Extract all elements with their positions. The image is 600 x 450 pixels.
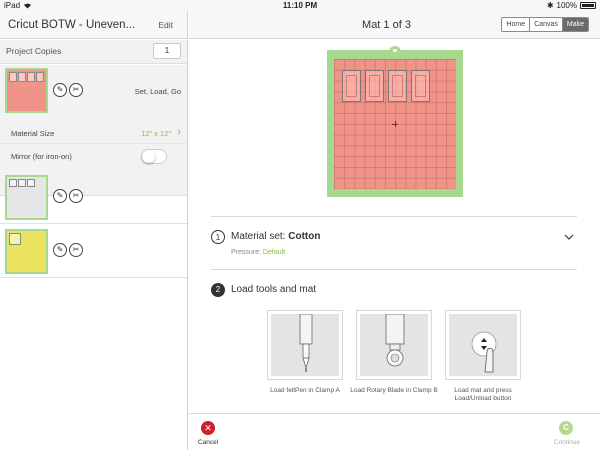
mat-piece (411, 70, 430, 102)
material-size-value: 12" x 12" (141, 129, 171, 138)
battery-percent: 100% (556, 1, 577, 10)
material-size-label: Material Size (11, 129, 55, 138)
tab-canvas[interactable]: Canvas (530, 18, 563, 31)
bluetooth-icon: ✱ (546, 1, 554, 10)
pressure-row: Pressure: Default (231, 249, 285, 256)
load-pen-card (267, 310, 343, 380)
battery-icon (580, 2, 596, 9)
step-1-number: 1 (211, 230, 225, 244)
mirror-toggle[interactable] (141, 149, 167, 164)
step-2-title: Load tools and mat (231, 284, 317, 295)
press-button-icon (471, 331, 497, 373)
tab-home[interactable]: Home (502, 18, 531, 31)
continue-button[interactable]: Continue (554, 439, 580, 446)
mat-thumbnail (5, 68, 48, 113)
status-bar: iPad 11:10 PM ✱ 100% (0, 0, 600, 12)
load-mat-card (445, 310, 521, 380)
material-name: Cotton (288, 231, 321, 242)
mat-list-item-3[interactable]: ✎ ✂ (0, 225, 187, 278)
mat-list-item-2[interactable]: ✎ ✂ (0, 171, 187, 224)
mat-list-panel: Project Copies 1 ✎ ✂ Set, Load, Go Mater… (0, 40, 188, 450)
load-blade-caption: Load Rotary Blade in Clamp B (350, 387, 438, 394)
load-mat-caption: Load mat and press Load/Unload button (454, 387, 512, 402)
mat-thumbnail (5, 229, 48, 274)
mat-status: Set, Load, Go (134, 87, 181, 96)
nav-segmented-control: Home Canvas Make (501, 17, 589, 32)
material-size-row[interactable]: Material Size 12" x 12" › (0, 122, 187, 144)
project-copies-row: Project Copies 1 (0, 40, 187, 64)
blade-tool-icon: ✂ (69, 243, 83, 257)
pen-tool-icon: ✎ (53, 83, 67, 97)
rotary-blade-icon (385, 314, 405, 367)
cancel-button[interactable]: Cancel (198, 439, 218, 446)
pressure-value[interactable]: Default (263, 249, 285, 256)
blade-tool-icon: ✂ (69, 189, 83, 203)
bottom-action-bar: ✕ Cancel C Continue (189, 413, 600, 450)
continue-icon[interactable]: C (559, 421, 573, 435)
divider (211, 216, 577, 217)
project-title: Cricut BOTW - Uneven... (8, 19, 136, 31)
blade-tool-icon: ✂ (69, 83, 83, 97)
tab-make[interactable]: Make (562, 18, 588, 31)
pen-in-clamp-icon (299, 314, 313, 372)
chevron-right-icon: › (177, 126, 181, 138)
chevron-down-icon[interactable] (564, 232, 574, 242)
project-copies-label: Project Copies (6, 46, 62, 56)
step-2-number: 2 (211, 283, 225, 297)
mat-piece (388, 70, 407, 102)
mirror-label: Mirror (for iron-on) (11, 152, 72, 161)
left-header: Cricut BOTW - Uneven... Edit (0, 12, 188, 39)
pen-tool-icon: ✎ (53, 189, 67, 203)
mat-cutting-area (334, 59, 456, 189)
project-copies-input[interactable]: 1 (153, 43, 181, 59)
divider (211, 269, 577, 270)
cancel-icon[interactable]: ✕ (201, 421, 215, 435)
pen-tool-icon: ✎ (53, 243, 67, 257)
mirror-row: Mirror (for iron-on) (0, 145, 187, 167)
load-blade-card (356, 310, 432, 380)
edit-button[interactable]: Edit (158, 20, 173, 30)
pressure-label: Pressure: (231, 249, 261, 256)
mat-preview (327, 46, 463, 197)
step-1-label: Material set: (231, 231, 286, 242)
status-time: 11:10 PM (282, 1, 318, 10)
center-crosshair-icon (392, 121, 398, 127)
right-header: Mat 1 of 3 Home Canvas Make (189, 12, 600, 39)
mat-hang-hole (389, 46, 401, 54)
load-pen-caption: Load feltPen in Clamp A (270, 387, 340, 394)
mat-thumbnail (5, 175, 48, 220)
mat-piece (365, 70, 384, 102)
mat-piece (342, 70, 361, 102)
step-1-title[interactable]: Material set: Cotton (231, 231, 320, 242)
